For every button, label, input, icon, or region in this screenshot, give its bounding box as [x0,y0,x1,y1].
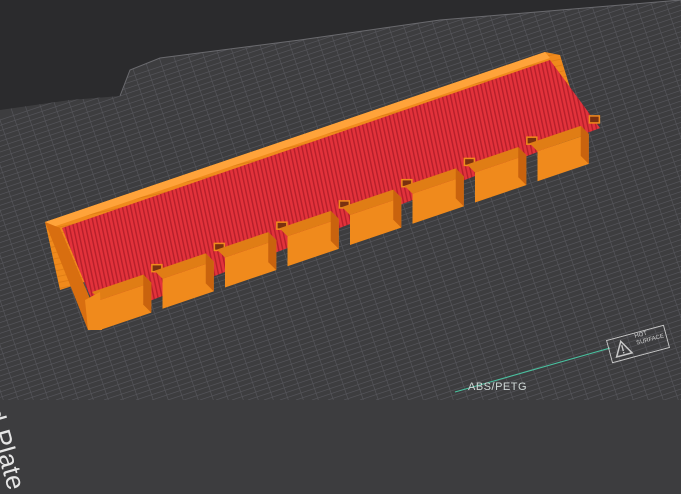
build-plate-scene[interactable] [0,0,681,400]
slot-notch [588,115,601,124]
material-label: ABS/PETG [468,381,528,393]
3d-viewport[interactable]: PEI Textured Plate ABS/PETG HOT SURFACE [0,0,681,493]
